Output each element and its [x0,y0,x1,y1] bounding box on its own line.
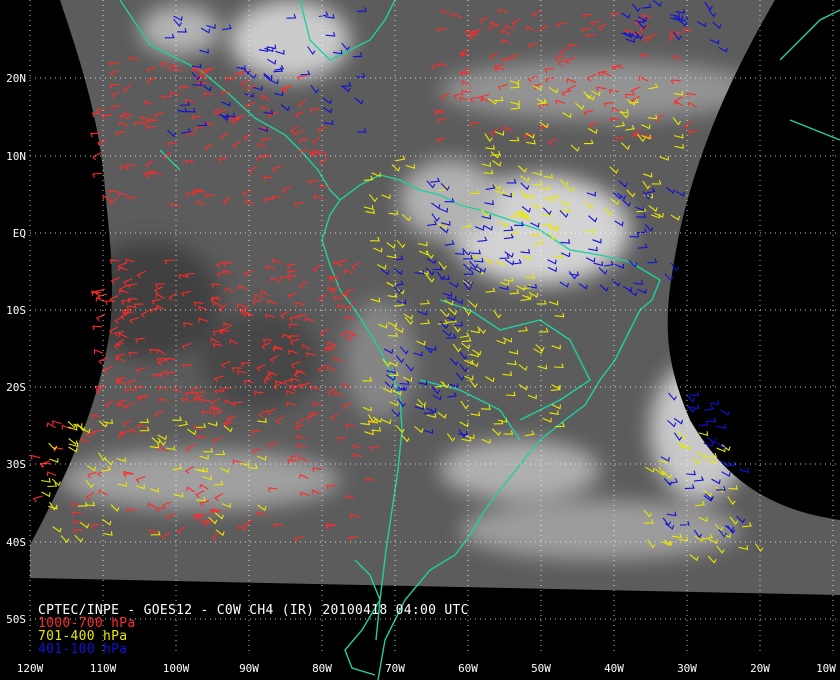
latitude-label: 10S [6,304,26,317]
longitude-label: 60W [458,662,478,675]
satellite-wind-map: 20N 10N EQ 10S 20S 30S 40S 50S 120W 110W 100W 90W 8… [0,0,840,680]
wind-barb [30,454,41,460]
wind-barb [41,477,51,483]
wind-barb [717,442,727,450]
latitude-label: 50S [6,613,26,626]
wind-barb [698,431,709,437]
wind-barb [704,405,714,411]
wind-barb [49,458,59,463]
map-canvas: 20N 10N EQ 10S 20S 30S 40S 50S 120W 110W 100W 90W 8… [6,0,840,680]
wind-barb [95,296,106,302]
wind-barb [706,436,717,444]
wind-barb [720,409,730,416]
longitude-label: 110W [90,662,117,675]
latitude-label: EQ [13,227,26,240]
wind-barb [716,424,726,429]
wind-barb [32,495,43,503]
wind-barb [52,420,62,426]
wind-barb [689,404,700,410]
wind-barb [91,152,102,161]
longitude-labels: 120W 110W 100W 90W 80W 70W 60W 50W 40W 30W 20W 10W [17,662,837,675]
wind-barb [686,404,696,413]
wind-barb [92,172,102,178]
longitude-label: 120W [17,662,44,675]
longitude-label: 40W [604,662,624,675]
legend-high-level: 401-100 hPa [38,642,128,657]
longitude-label: 10W [816,662,836,675]
longitude-label: 90W [239,662,259,675]
wind-barb [68,446,78,453]
latitude-label: 40S [6,536,26,549]
wind-barb [689,391,699,397]
wind-barb [41,491,51,498]
longitude-label: 100W [163,662,190,675]
latitude-label: 20N [6,72,26,85]
wind-barb [706,417,717,422]
wind-barb [92,325,103,331]
longitude-label: 30W [677,662,697,675]
latitude-label: 10N [6,150,26,163]
wind-barb [68,437,78,446]
wind-barb [95,313,106,322]
satellite-image [30,0,840,595]
wind-barb [739,468,749,474]
latitude-label: 20S [6,381,26,394]
wind-barb [93,349,104,354]
latitude-label: 30S [6,458,26,471]
wind-barb [51,478,61,487]
wind-barb [698,421,709,426]
wind-barb [48,442,58,451]
wind-barb [46,471,57,477]
wind-barb [709,400,720,406]
wind-barb [46,422,56,429]
longitude-label: 50W [531,662,551,675]
longitude-label: 70W [385,662,405,675]
latitude-labels: 20N 10N EQ 10S 20S 30S 40S 50S [6,72,26,626]
wind-barb [47,482,58,488]
longitude-label: 20W [750,662,770,675]
longitude-label: 80W [312,662,332,675]
